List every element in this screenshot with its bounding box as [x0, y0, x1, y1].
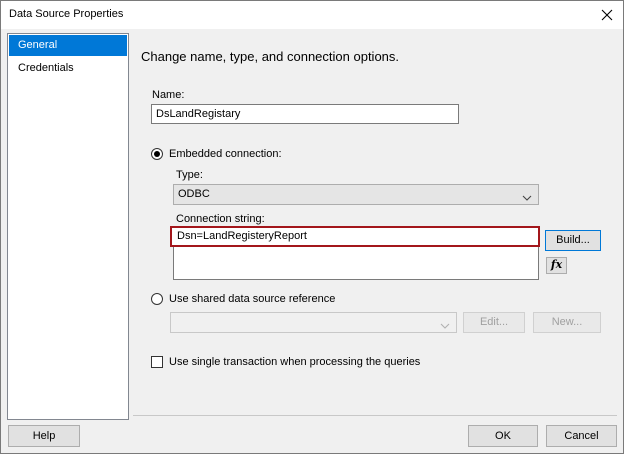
data-source-properties-dialog: Data Source Properties General Credentia… [0, 0, 624, 454]
expression-button[interactable]: fx [546, 257, 567, 274]
shared-data-source-select[interactable] [170, 312, 457, 333]
single-transaction-checkbox[interactable] [151, 356, 163, 368]
type-label: Type: [176, 169, 203, 181]
footer-divider [133, 415, 617, 416]
nav-item-general[interactable]: General [9, 35, 127, 56]
connection-string-label: Connection string: [176, 213, 265, 225]
chevron-down-icon [522, 190, 532, 209]
name-label: Name: [152, 89, 185, 101]
fx-icon: fx [550, 258, 563, 271]
help-button[interactable]: Help [8, 425, 80, 447]
embedded-connection-radio[interactable] [151, 148, 163, 160]
close-icon [597, 5, 617, 25]
page-heading: Change name, type, and connection option… [141, 49, 400, 64]
type-select[interactable]: ODBC [173, 184, 539, 205]
ok-button[interactable]: OK [468, 425, 538, 447]
build-button[interactable]: Build... [545, 230, 601, 251]
embedded-connection-label: Embedded connection: [169, 148, 282, 160]
window-title: Data Source Properties [9, 8, 124, 20]
shared-data-source-label: Use shared data source reference [169, 293, 336, 305]
name-input[interactable]: DsLandRegistary [151, 104, 459, 124]
radio-selected-dot [154, 151, 160, 157]
type-select-value: ODBC [178, 188, 210, 200]
nav-list: General Credentials [7, 33, 129, 420]
nav-item-credentials[interactable]: Credentials [9, 58, 127, 79]
connection-string-input[interactable]: Dsn=LandRegisteryReport [170, 226, 540, 247]
new-button[interactable]: New... [533, 312, 601, 333]
chevron-down-icon [440, 318, 450, 337]
close-button[interactable] [597, 5, 617, 25]
edit-button[interactable]: Edit... [463, 312, 525, 333]
shared-data-source-radio[interactable] [151, 293, 163, 305]
title-bar: Data Source Properties [1, 1, 623, 29]
single-transaction-label: Use single transaction when processing t… [169, 356, 421, 368]
cancel-button[interactable]: Cancel [546, 425, 617, 447]
